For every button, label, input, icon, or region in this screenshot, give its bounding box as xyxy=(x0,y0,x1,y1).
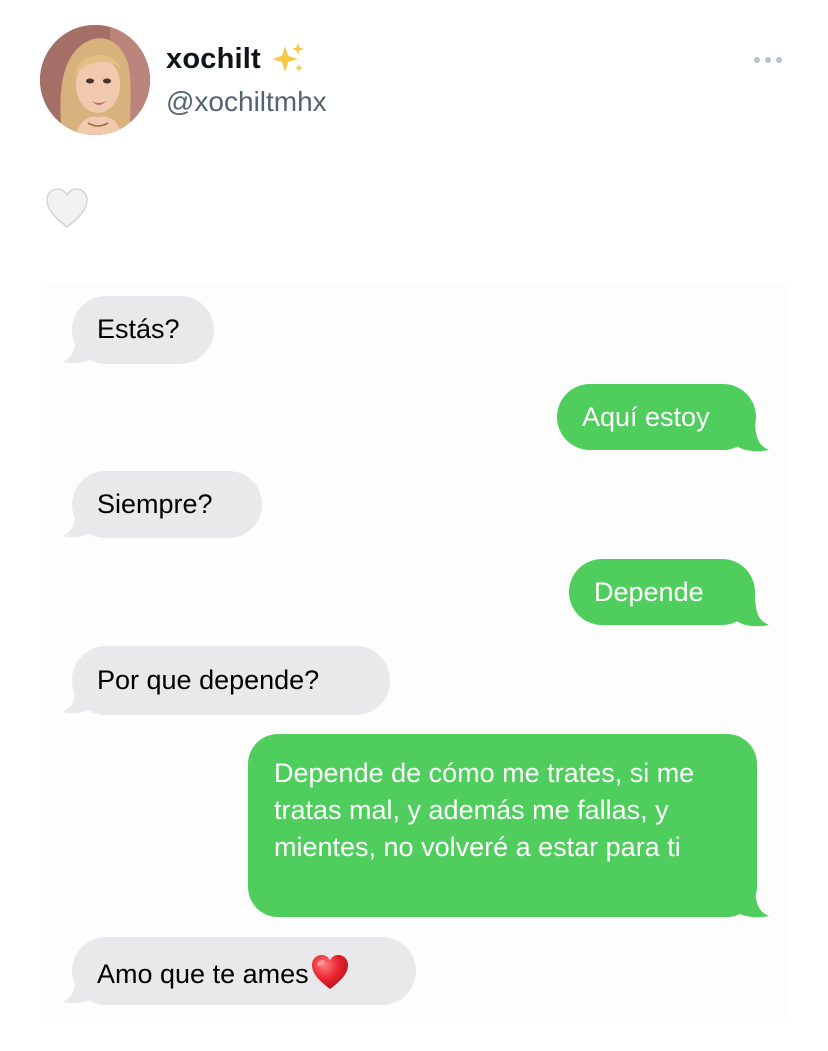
red-heart-icon xyxy=(311,955,348,989)
display-name[interactable]: xochilt xyxy=(166,43,261,76)
more-options-icon[interactable] xyxy=(748,48,788,72)
more-dot xyxy=(776,57,782,63)
tweet-text xyxy=(44,186,90,232)
author-handle[interactable]: @xochiltmhx xyxy=(166,86,327,118)
message-bubble-received: Por que depende? xyxy=(72,646,390,715)
message-text: Amo que te ames xyxy=(97,959,309,989)
message-bubble-received: Estás? xyxy=(72,296,214,364)
avatar-image xyxy=(40,25,150,135)
message-bubble-sent: Depende de cómo me trates, si me tratas … xyxy=(248,734,757,917)
more-dot xyxy=(765,57,771,63)
author-name-row[interactable]: xochilt xyxy=(166,40,307,78)
avatar[interactable] xyxy=(40,25,150,135)
tweet-media-image[interactable]: Estás? Aquí estoy Siempre? Depende Por q… xyxy=(40,284,788,1022)
message-bubble-sent: Aquí estoy xyxy=(557,384,756,450)
white-heart-icon xyxy=(46,188,88,228)
tweet: xochilt @xochiltmhx Estás? Aquí estoy Si… xyxy=(0,0,828,1051)
message-bubble-received: Amo que te ames xyxy=(72,937,416,1005)
message-bubble-received: Siempre? xyxy=(72,471,262,538)
more-dot xyxy=(754,57,760,63)
message-bubble-sent: Depende xyxy=(569,559,755,625)
sparkles-icon xyxy=(271,43,304,72)
